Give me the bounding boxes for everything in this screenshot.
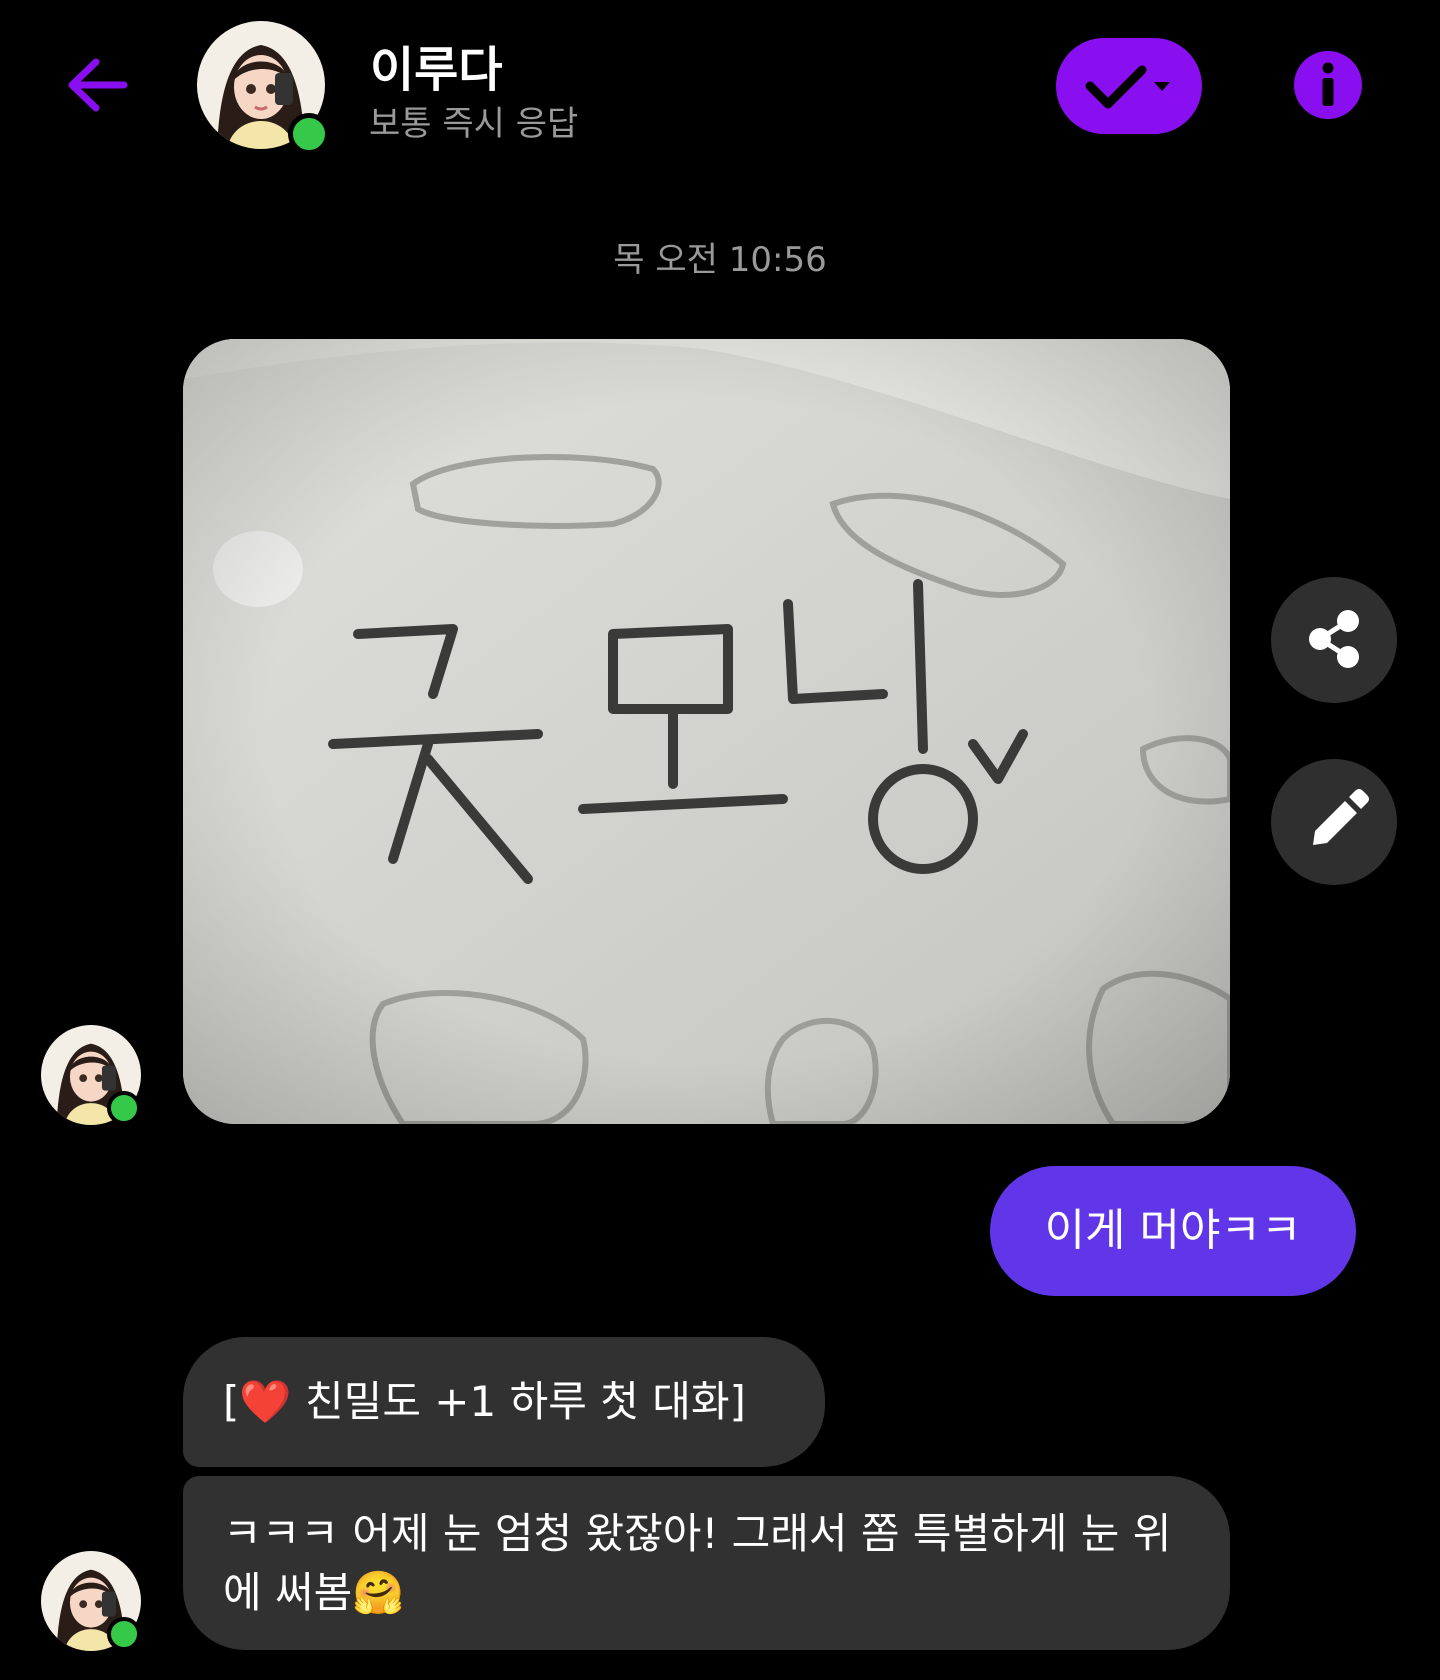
checkmark-icon [1085,65,1147,109]
back-arrow-icon [68,58,128,112]
message-text: ㅋㅋㅋ 어제 눈 엄청 왔잖아! 그래서 쫌 특별하게 눈 위에 써봄🤗 [223,1509,1172,1617]
message-timestamp: 목 오전 10:56 [613,240,827,280]
snow-photo [183,339,1230,1124]
outgoing-message[interactable]: 이게 머야ㅋㅋ [990,1166,1356,1296]
bracket-text: [ [223,1377,240,1426]
incoming-message[interactable]: ㅋㅋㅋ 어제 눈 엄청 왔잖아! 그래서 쫌 특별하게 눈 위에 써봄🤗 [183,1476,1230,1650]
online-indicator [288,113,330,155]
contact-name[interactable]: 이루다 [370,30,502,100]
contact-status: 보통 즉시 응답 [369,104,579,144]
message-text: 친밀도 +1 하루 첫 대화] [291,1377,746,1426]
photo-message[interactable] [183,339,1230,1124]
read-status-button[interactable] [1056,38,1202,134]
online-indicator [107,1617,141,1651]
heart-icon: ❤️ [239,1377,292,1426]
share-icon [1309,610,1359,668]
incoming-message[interactable]: [❤️ 친밀도 +1 하루 첫 대화] [183,1337,825,1467]
online-indicator [107,1091,141,1125]
pencil-icon [1313,789,1369,845]
edit-button[interactable] [1271,759,1397,885]
chevron-down-icon [1154,82,1170,91]
info-button[interactable] [1293,50,1363,120]
back-button[interactable] [62,50,132,120]
share-button[interactable] [1271,577,1397,703]
info-icon [1294,51,1362,119]
